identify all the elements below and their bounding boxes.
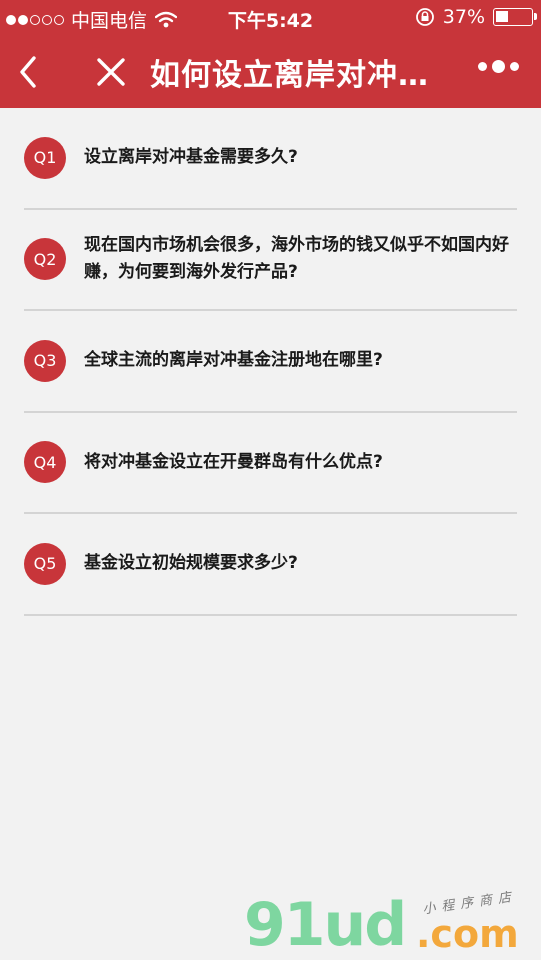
navigation-bar: 如何设立离岸对冲… bbox=[0, 36, 541, 108]
faq-list: Q1 设立离岸对冲基金需要多久? Q2 现在国内市场机会很多，海外市场的钱又似乎… bbox=[24, 108, 517, 616]
question-text: 全球主流的离岸对冲基金注册地在哪里? bbox=[84, 350, 383, 371]
page-title: 如何设立离岸对冲… bbox=[150, 58, 429, 93]
question-badge: Q4 bbox=[24, 441, 66, 484]
watermark-com: .com bbox=[416, 912, 519, 956]
status-right: 37% bbox=[415, 6, 537, 28]
more-dots-icon[interactable] bbox=[478, 60, 519, 73]
question-text: 设立离岸对冲基金需要多久? bbox=[84, 147, 298, 168]
question-badge: Q1 bbox=[24, 136, 66, 179]
rotation-lock-icon bbox=[415, 8, 434, 26]
battery-percent: 37% bbox=[442, 6, 485, 28]
top-bar: 中国电信 下午5:42 37% 如何设立离岸对冲… bbox=[0, 0, 541, 108]
faq-item-q2[interactable]: Q2 现在国内市场机会很多，海外市场的钱又似乎不如国内好赚，为何要到海外发行产品… bbox=[24, 210, 517, 311]
question-text: 基金设立初始规模要求多少? bbox=[84, 553, 298, 574]
question-text: 将对冲基金设立在开曼群岛有什么优点? bbox=[84, 451, 383, 472]
question-badge: Q2 bbox=[24, 238, 66, 281]
faq-item-q3[interactable]: Q3 全球主流的离岸对冲基金注册地在哪里? bbox=[24, 311, 517, 413]
status-bar: 中国电信 下午5:42 37% bbox=[0, 0, 541, 36]
watermark-main: 91ud bbox=[244, 890, 407, 960]
faq-item-q5[interactable]: Q5 基金设立初始规模要求多少? bbox=[24, 514, 517, 616]
battery-fill bbox=[496, 11, 508, 22]
question-badge: Q3 bbox=[24, 339, 66, 382]
faq-item-q1[interactable]: Q1 设立离岸对冲基金需要多久? bbox=[24, 108, 517, 210]
chevron-left-icon[interactable] bbox=[14, 54, 44, 90]
battery-icon bbox=[493, 8, 537, 26]
faq-item-q4[interactable]: Q4 将对冲基金设立在开曼群岛有什么优点? bbox=[24, 413, 517, 514]
close-icon[interactable] bbox=[96, 56, 126, 88]
question-badge: Q5 bbox=[24, 542, 66, 585]
watermark-logo: 91ud 小程序商店 .com bbox=[244, 889, 534, 960]
question-text: 现在国内市场机会很多，海外市场的钱又似乎不如国内好赚，为何要到海外发行产品? bbox=[84, 235, 509, 283]
